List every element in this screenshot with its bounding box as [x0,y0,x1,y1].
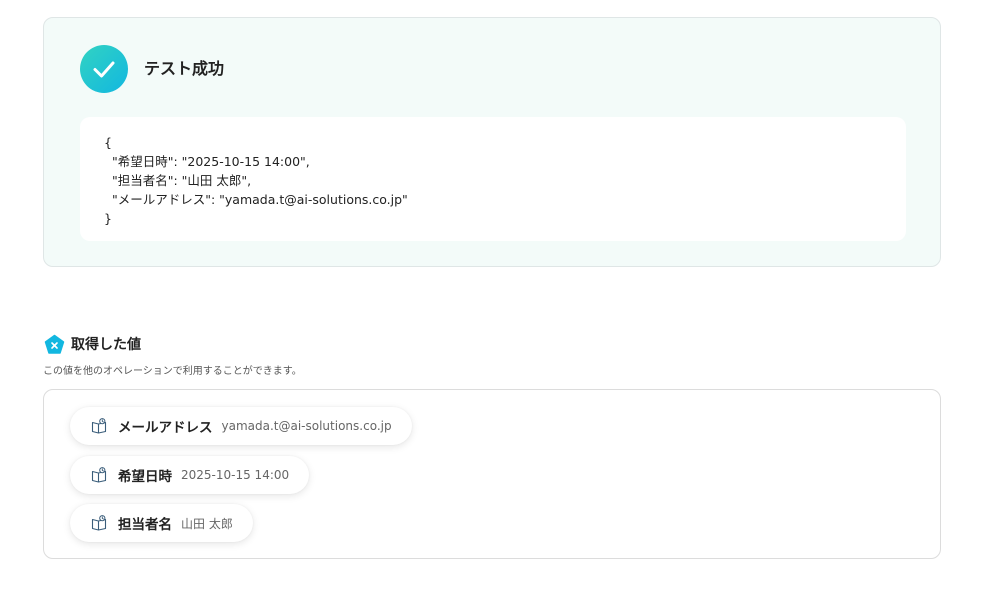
acquired-values-header: 取得した値 [44,333,141,355]
value-chip-value: yamada.t@ai-solutions.co.jp [221,419,392,433]
acquired-values-card: メールアドレス yamada.t@ai-solutions.co.jp 希望日時… [43,389,941,559]
acquired-values-description: この値を他のオペレーションで利用することができます。 [43,366,302,377]
variable-book-icon [91,467,107,483]
value-chip-value: 山田 太郎 [181,516,233,531]
json-output-text: { "希望日時": "2025-10-15 14:00", "担当者名": "山… [104,135,408,226]
value-chip-key: 希望日時 [118,469,172,485]
variable-book-icon [91,418,107,434]
value-chip-email[interactable]: メールアドレス yamada.t@ai-solutions.co.jp [70,407,412,445]
test-result-card: テスト成功 { "希望日時": "2025-10-15 14:00", "担当者… [43,17,941,267]
value-chip-datetime[interactable]: 希望日時 2025-10-15 14:00 [70,456,310,494]
acquired-values-title: 取得した値 [71,337,141,353]
pentagon-x-icon [44,334,65,354]
value-chip-key: メールアドレス [118,420,213,436]
check-icon [80,45,128,93]
value-chip-key: 担当者名 [118,517,172,533]
variable-book-icon [91,515,107,531]
value-chip-assignee[interactable]: 担当者名 山田 太郎 [70,504,253,542]
json-output-box: { "希望日時": "2025-10-15 14:00", "担当者名": "山… [80,117,906,241]
value-chip-value: 2025-10-15 14:00 [181,468,290,482]
test-success-title: テスト成功 [144,59,225,78]
